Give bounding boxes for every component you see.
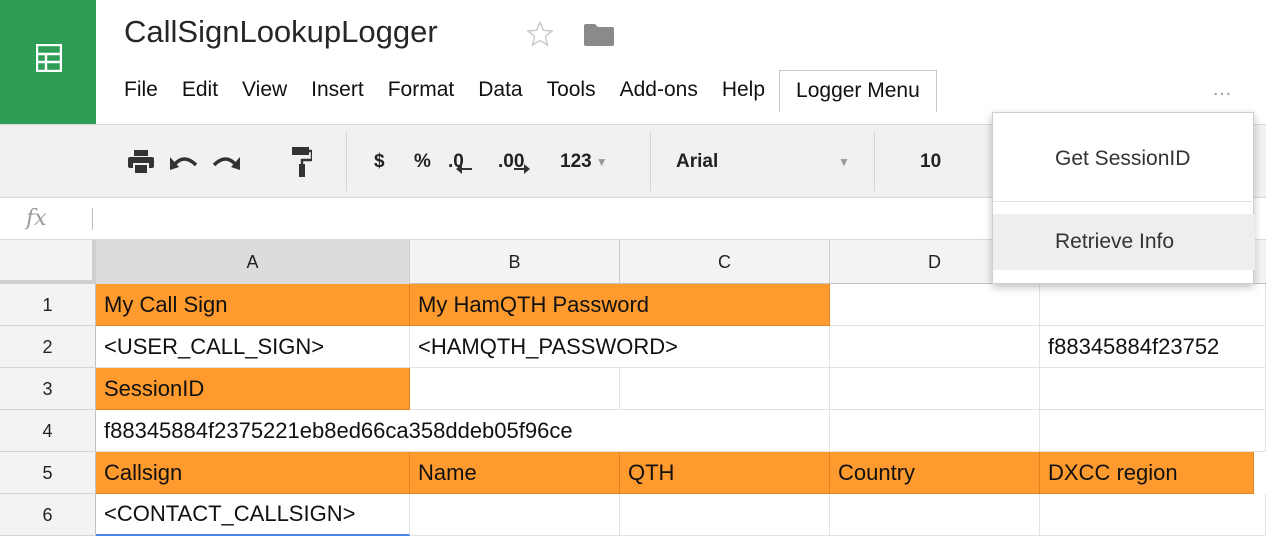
menu-item-retrieve-info[interactable]: Retrieve Info bbox=[993, 214, 1255, 270]
decrease-decimal-button[interactable]: .0 bbox=[448, 125, 472, 199]
cell-d4[interactable] bbox=[830, 410, 1040, 452]
number-format-label: 123 bbox=[560, 151, 592, 172]
redo-button[interactable] bbox=[212, 125, 240, 199]
column-header-a[interactable]: A bbox=[96, 240, 410, 284]
font-family-dropdown[interactable]: Arial bbox=[676, 125, 718, 199]
cell-e3[interactable] bbox=[1040, 368, 1266, 410]
cell-d6[interactable] bbox=[830, 494, 1040, 536]
formula-divider bbox=[92, 208, 93, 230]
sheets-logo[interactable] bbox=[0, 0, 96, 124]
menu-tools[interactable]: Tools bbox=[535, 70, 608, 112]
cell-c3[interactable] bbox=[620, 368, 830, 410]
menu-separator bbox=[993, 201, 1255, 202]
star-icon[interactable] bbox=[526, 20, 554, 48]
print-button[interactable] bbox=[128, 125, 154, 199]
cell-b2[interactable]: <HAMQTH_PASSWORD> bbox=[410, 326, 830, 368]
logger-menu-dropdown: Get SessionID Retrieve Info bbox=[992, 112, 1255, 284]
cell-a4[interactable]: f88345884f2375221eb8ed66ca358ddeb05f96ce bbox=[96, 410, 830, 452]
paint-roller-icon bbox=[292, 147, 312, 177]
menu-data[interactable]: Data bbox=[466, 70, 534, 112]
cell-b1[interactable]: My HamQTH Password bbox=[410, 284, 830, 326]
font-size-dropdown[interactable]: 10 bbox=[920, 125, 941, 199]
cell-a5[interactable]: Callsign bbox=[96, 452, 410, 494]
cell-d5[interactable]: Country bbox=[830, 452, 1040, 494]
cell-b5[interactable]: Name bbox=[410, 452, 620, 494]
row-header-4[interactable]: 4 bbox=[0, 410, 96, 452]
cell-e1[interactable] bbox=[1040, 284, 1266, 326]
font-size-value: 10 bbox=[920, 151, 942, 172]
increase-decimal-button[interactable]: .00 bbox=[498, 125, 531, 199]
menu-logger[interactable]: Logger Menu bbox=[779, 70, 937, 112]
row-header-3[interactable]: 3 bbox=[0, 368, 96, 410]
toolbar-separator bbox=[650, 131, 651, 191]
cell-e4[interactable] bbox=[1040, 410, 1266, 452]
sheets-grid-icon bbox=[36, 44, 62, 72]
row-header-2[interactable]: 2 bbox=[0, 326, 96, 368]
chevron-down-icon: ▼ bbox=[595, 155, 608, 169]
cell-e5[interactable]: DXCC region bbox=[1040, 452, 1254, 494]
cell-c6[interactable] bbox=[620, 494, 830, 536]
chevron-down-icon: ▼ bbox=[838, 155, 850, 169]
print-icon bbox=[128, 150, 154, 174]
paint-format-button[interactable] bbox=[292, 125, 312, 199]
menu-edit[interactable]: Edit bbox=[170, 70, 230, 112]
cell-e6[interactable] bbox=[1040, 494, 1266, 536]
menu-bar: File Edit View Insert Format Data Tools … bbox=[112, 70, 937, 112]
undo-icon bbox=[170, 157, 198, 170]
menu-addons[interactable]: Add-ons bbox=[608, 70, 710, 112]
percent-format-button[interactable]: % bbox=[414, 125, 431, 199]
arrow-left-icon bbox=[455, 164, 472, 174]
cell-d1[interactable] bbox=[830, 284, 1040, 326]
cell-c5[interactable]: QTH bbox=[620, 452, 830, 494]
formula-input[interactable] bbox=[104, 206, 984, 232]
number-format-dropdown[interactable]: 123 ▼ bbox=[560, 125, 608, 199]
toolbar-separator bbox=[346, 131, 347, 191]
font-family-caret[interactable]: ▼ bbox=[834, 125, 850, 199]
cell-b3[interactable] bbox=[410, 368, 620, 410]
menu-view[interactable]: View bbox=[230, 70, 299, 112]
cell-d3[interactable] bbox=[830, 368, 1040, 410]
row-header-5[interactable]: 5 bbox=[0, 452, 96, 494]
menu-help[interactable]: Help bbox=[710, 70, 777, 112]
font-family-value: Arial bbox=[676, 151, 719, 172]
arrow-right-icon bbox=[514, 164, 531, 174]
app-header: CallSignLookupLogger File Edit View Inse… bbox=[0, 0, 1266, 124]
undo-button[interactable] bbox=[170, 125, 198, 199]
folder-icon[interactable] bbox=[584, 24, 614, 46]
cell-a1[interactable]: My Call Sign bbox=[96, 284, 410, 326]
cell-a2[interactable]: <USER_CALL_SIGN> bbox=[96, 326, 410, 368]
function-icon: fx bbox=[26, 206, 47, 231]
column-header-c[interactable]: C bbox=[620, 240, 830, 284]
toolbar-separator bbox=[874, 131, 875, 191]
row-header-1[interactable]: 1 bbox=[0, 284, 96, 326]
row-header-6[interactable]: 6 bbox=[0, 494, 96, 536]
cell-a3[interactable]: SessionID bbox=[96, 368, 410, 410]
column-header-b[interactable]: B bbox=[410, 240, 620, 284]
menu-item-get-sessionid[interactable]: Get SessionID bbox=[993, 131, 1255, 187]
cell-d2[interactable] bbox=[830, 326, 1040, 368]
select-all-corner[interactable] bbox=[0, 240, 96, 284]
cell-b6[interactable] bbox=[410, 494, 620, 536]
menu-format[interactable]: Format bbox=[376, 70, 467, 112]
cell-e2[interactable]: f88345884f23752 bbox=[1040, 326, 1266, 368]
more-menu-icon[interactable]: … bbox=[1212, 78, 1234, 101]
cell-a6[interactable]: <CONTACT_CALLSIGN> bbox=[96, 494, 410, 536]
menu-insert[interactable]: Insert bbox=[299, 70, 376, 112]
currency-format-button[interactable]: $ bbox=[374, 125, 385, 199]
redo-icon bbox=[212, 157, 240, 170]
menu-file[interactable]: File bbox=[112, 70, 170, 112]
document-title[interactable]: CallSignLookupLogger bbox=[124, 14, 438, 50]
